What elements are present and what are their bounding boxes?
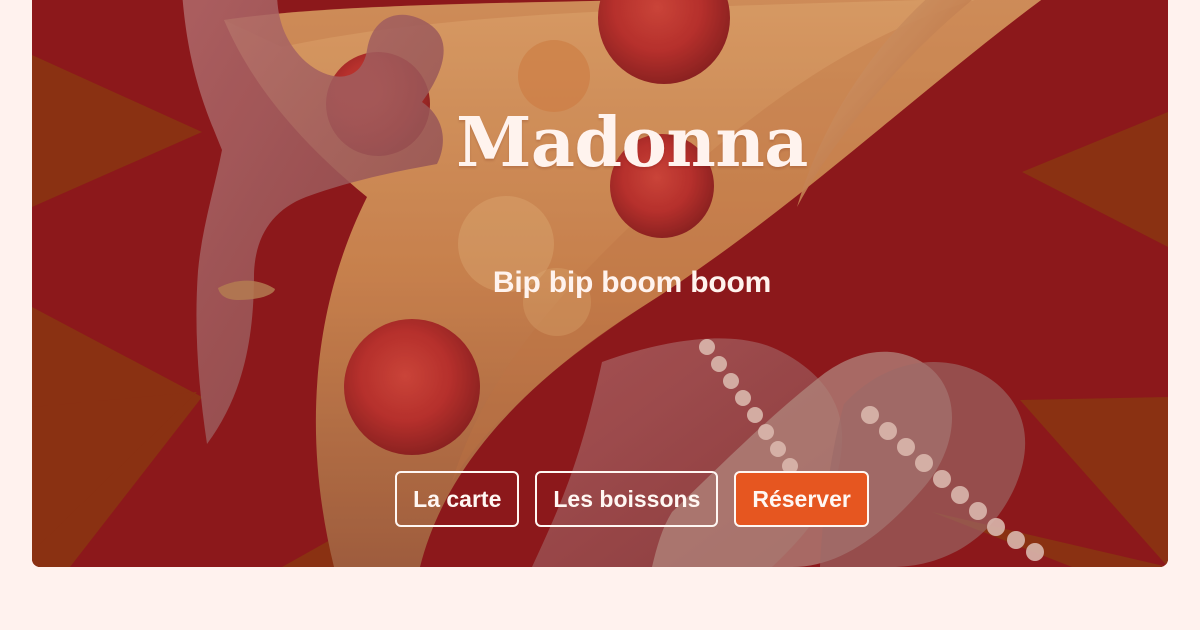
page-title: Madonna: [456, 103, 808, 183]
reserve-button[interactable]: Réserver: [734, 471, 869, 527]
hero-actions: La carte Les boissons Réserver: [32, 471, 1168, 527]
hero-banner: Madonna Bip bip boom boom La carte Les b…: [32, 0, 1168, 567]
hero-subtitle: Bip bip boom boom: [492, 266, 772, 299]
drinks-button[interactable]: Les boissons: [535, 471, 719, 527]
menu-button[interactable]: La carte: [395, 471, 520, 527]
